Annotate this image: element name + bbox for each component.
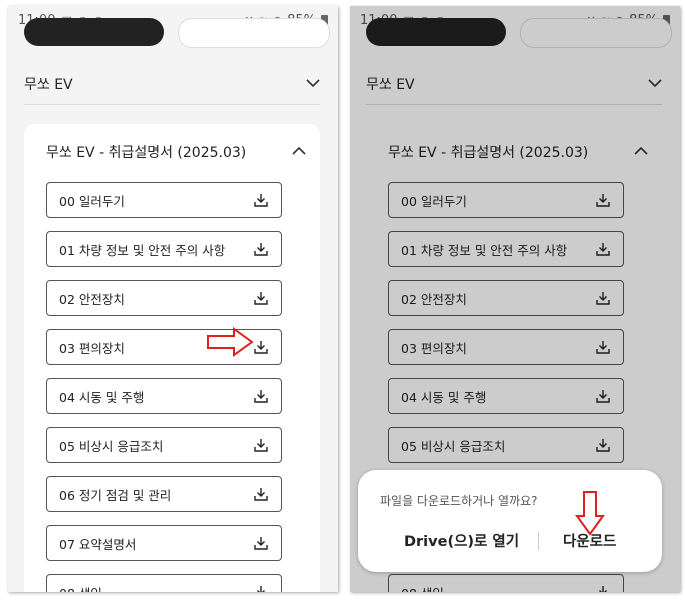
download-icon[interactable]	[253, 388, 269, 404]
phone-screen-right: 11:00 ▣ ◎ ◉ ✕ ≋ ⊘ 85% 무쏘 EV 무쏘 EV - 취급설명…	[350, 6, 680, 592]
doc-label: 08 색인	[59, 583, 102, 593]
dialog-title: 파일을 다운로드하거나 열까요?	[380, 494, 538, 508]
button-divider	[538, 532, 539, 550]
chevron-up-icon[interactable]	[292, 145, 306, 160]
manual-card: 무쏘 EV - 취급설명서 (2025.03) 00 일러두기 01 차량 정보…	[24, 124, 320, 592]
doc-item[interactable]: 06 정기 점검 및 관리	[46, 476, 282, 512]
doc-item[interactable]: 04 시동 및 주행	[46, 378, 282, 414]
section-header[interactable]: 무쏘 EV	[24, 64, 320, 105]
doc-label: 07 요약설명서	[59, 536, 137, 552]
doc-label: 01 차량 정보 및 안전 주의 사항	[59, 242, 226, 258]
download-icon[interactable]	[253, 192, 269, 208]
doc-item[interactable]: 01 차량 정보 및 안전 주의 사항	[46, 231, 282, 267]
phone-screen-left: 11:00 ▣ ◎ ◉ ✕ ≋ ⊘ 85% 무쏘 EV 무쏘 EV - 취급설명…	[8, 6, 338, 592]
doc-label: 04 시동 및 주행	[59, 389, 145, 405]
doc-label: 06 정기 점검 및 관리	[59, 487, 172, 503]
doc-item[interactable]: 02 안전장치	[46, 280, 282, 316]
doc-item[interactable]: 00 일러두기	[46, 182, 282, 218]
doc-label: 02 안전장치	[59, 291, 125, 307]
section-title: 무쏘 EV	[24, 77, 73, 93]
top-light-button[interactable]	[178, 18, 330, 48]
top-dark-button[interactable]	[24, 18, 164, 46]
annotation-arrow-down-icon	[575, 491, 605, 536]
doc-label: 05 비상시 응급조치	[59, 438, 164, 454]
download-icon[interactable]	[253, 290, 269, 306]
doc-item[interactable]: 05 비상시 응급조치	[46, 427, 282, 463]
doc-item[interactable]: 07 요약설명서	[46, 525, 282, 561]
download-icon[interactable]	[253, 437, 269, 453]
doc-item[interactable]: 08 색인	[46, 574, 282, 592]
doc-label: 00 일러두기	[59, 193, 125, 209]
annotation-arrow-right-icon	[207, 327, 254, 357]
download-dialog: 파일을 다운로드하거나 열까요? Drive(으)로 열기 다운로드	[358, 470, 662, 572]
card-header[interactable]: 무쏘 EV - 취급설명서 (2025.03)	[46, 142, 306, 162]
download-icon[interactable]	[253, 535, 269, 551]
doc-label: 03 편의장치	[59, 340, 125, 356]
open-drive-button[interactable]: Drive(으)로 열기	[404, 530, 519, 551]
download-icon[interactable]	[253, 584, 269, 592]
download-icon[interactable]	[253, 486, 269, 502]
download-icon[interactable]	[253, 241, 269, 257]
card-title: 무쏘 EV - 취급설명서 (2025.03)	[46, 145, 247, 161]
chevron-down-icon[interactable]	[306, 76, 320, 92]
download-icon[interactable]	[253, 339, 269, 355]
